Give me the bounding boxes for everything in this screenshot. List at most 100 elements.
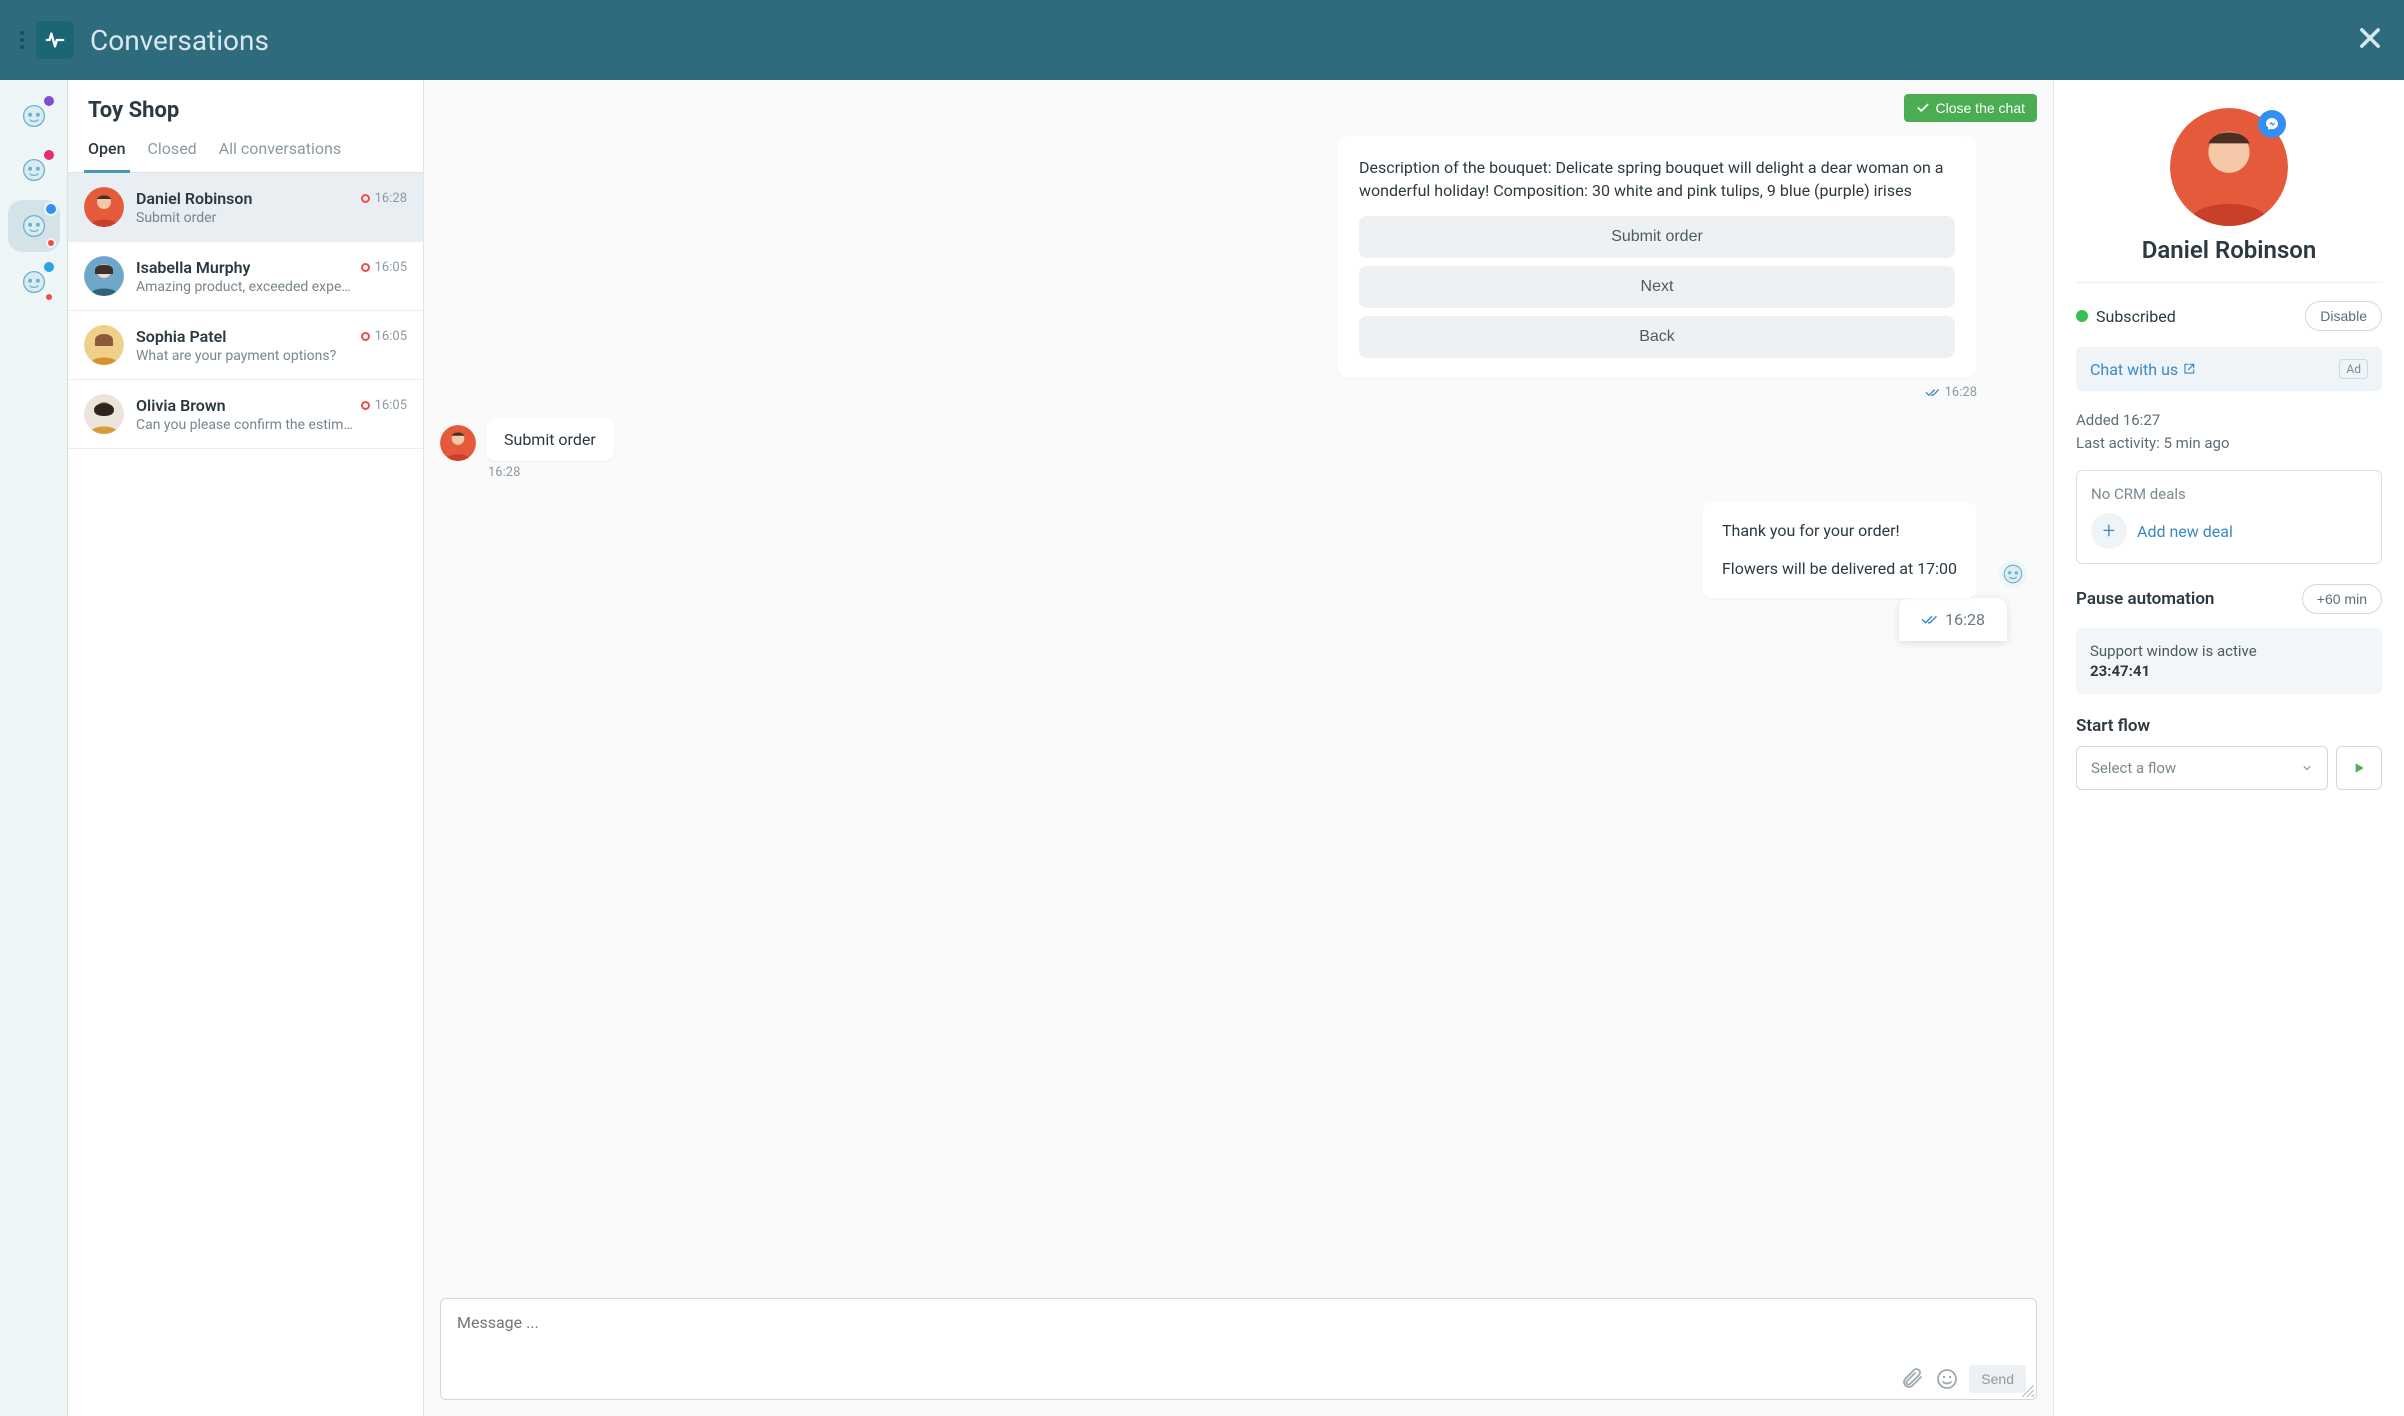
- conversation-name: Daniel Robinson: [136, 189, 252, 208]
- tab-closed[interactable]: Closed: [148, 127, 197, 172]
- conversation-preview: Can you please confirm the estim…: [136, 417, 407, 433]
- telegram-badge-icon: [42, 260, 56, 274]
- unread-indicator-icon: [361, 401, 370, 410]
- conversation-item[interactable]: Olivia Brown 16:05 Can you please confir…: [68, 380, 423, 449]
- divider: [2076, 282, 2382, 283]
- bot-avatar-icon: [1999, 560, 2027, 588]
- double-check-icon: [1921, 610, 1939, 628]
- bot-icon: [21, 269, 47, 295]
- support-window-countdown: 23:47:41: [2090, 662, 2368, 680]
- send-button[interactable]: Send: [1969, 1365, 2026, 1393]
- timestamp-popup: 16:28: [1899, 598, 2007, 641]
- instagram-badge-icon: [42, 148, 56, 162]
- conversation-tabs: Open Closed All conversations: [68, 127, 423, 173]
- added-time: Added 16:27: [2076, 409, 2382, 432]
- message-input[interactable]: [441, 1299, 2036, 1359]
- tab-open[interactable]: Open: [88, 127, 126, 172]
- pulse-icon: [44, 29, 66, 51]
- start-flow-label: Start flow: [2076, 716, 2382, 736]
- message-time: 16:28: [488, 465, 2037, 480]
- drag-handle[interactable]: [20, 31, 24, 49]
- attachment-icon[interactable]: [1901, 1367, 1925, 1391]
- channel-instagram[interactable]: [16, 152, 52, 188]
- contact-name: Daniel Robinson: [2076, 236, 2382, 264]
- messenger-badge-icon: [44, 202, 58, 216]
- chevron-down-icon: [2301, 762, 2313, 774]
- channel-rail: [0, 80, 68, 1416]
- option-submit-order[interactable]: Submit order: [1359, 216, 1955, 258]
- disable-button[interactable]: Disable: [2305, 301, 2382, 331]
- conversation-time: 16:05: [375, 398, 407, 413]
- crm-deals-box: No CRM deals + Add new deal: [2076, 470, 2382, 564]
- message-composer: Send: [440, 1298, 2037, 1400]
- support-window-text: Support window is active: [2090, 642, 2368, 660]
- double-check-icon: [1925, 384, 1941, 400]
- flow-select[interactable]: Select a flow: [2076, 746, 2328, 790]
- channel-viber[interactable]: [16, 98, 52, 134]
- plus-icon: +: [2091, 513, 2127, 549]
- tab-all[interactable]: All conversations: [219, 127, 341, 172]
- bot-reply-line: Flowers will be delivered at 17:00: [1722, 556, 1957, 582]
- avatar: [84, 256, 124, 296]
- bot-reply-line: Thank you for your order!: [1722, 518, 1957, 544]
- contact-meta: Added 16:27 Last activity: 5 min ago: [2076, 409, 2382, 454]
- messenger-badge-icon: [2258, 110, 2286, 138]
- close-button[interactable]: [2356, 24, 2384, 56]
- bot-message-text: Description of the bouquet: Delicate spr…: [1359, 156, 1955, 202]
- conversation-item[interactable]: Sophia Patel 16:05 What are your payment…: [68, 311, 423, 380]
- last-activity: Last activity: 5 min ago: [2076, 432, 2382, 455]
- pause-add-time-button[interactable]: +60 min: [2302, 584, 2382, 614]
- support-window-box: Support window is active 23:47:41: [2076, 628, 2382, 694]
- unread-indicator-icon: [361, 263, 370, 272]
- play-icon: [2351, 760, 2367, 776]
- bot-reply: Thank you for your order! Flowers will b…: [1702, 502, 1977, 597]
- topbar: Conversations: [0, 0, 2404, 80]
- app-title: Conversations: [90, 24, 269, 57]
- conversation-preview: Amazing product, exceeded expe…: [136, 279, 407, 295]
- conversation-name: Sophia Patel: [136, 327, 226, 346]
- avatar: [84, 394, 124, 434]
- status-dot-icon: [2076, 310, 2088, 322]
- channel-telegram[interactable]: [16, 264, 52, 300]
- chat-with-us-box: Chat with us Ad: [2076, 347, 2382, 391]
- user-message-row: Submit order: [440, 418, 2037, 461]
- flow-select-placeholder: Select a flow: [2091, 759, 2176, 777]
- conversation-name: Olivia Brown: [136, 396, 226, 415]
- status-dot-icon: [46, 238, 56, 248]
- chat-header: Close the chat: [424, 80, 2053, 136]
- emoji-icon[interactable]: [1935, 1367, 1959, 1391]
- bot-icon: [21, 157, 47, 183]
- add-deal-button[interactable]: + Add new deal: [2091, 513, 2367, 549]
- conversation-items: Daniel Robinson 16:28 Submit order Isabe…: [68, 173, 423, 1416]
- contact-avatar: [2170, 108, 2288, 226]
- conversation-list-title: Toy Shop: [68, 80, 423, 127]
- message-time: 16:28: [1945, 385, 1977, 400]
- chat-messages[interactable]: Description of the bouquet: Delicate spr…: [424, 136, 2053, 1288]
- ad-badge: Ad: [2339, 359, 2368, 379]
- viber-badge-icon: [42, 94, 56, 108]
- conversation-item[interactable]: Isabella Murphy 16:05 Amazing product, e…: [68, 242, 423, 311]
- bot-icon: [21, 213, 47, 239]
- check-icon: [1916, 101, 1930, 115]
- conversation-preview: What are your payment options?: [136, 348, 407, 364]
- conversation-preview: Submit order: [136, 210, 407, 226]
- conversation-time: 16:05: [375, 260, 407, 275]
- chat-panel: Close the chat Description of the bouque…: [424, 80, 2054, 1416]
- conversation-time: 16:28: [375, 191, 407, 206]
- unread-indicator-icon: [361, 332, 370, 341]
- status-dot-icon: [44, 292, 54, 302]
- chat-with-us-link[interactable]: Chat with us: [2090, 360, 2196, 379]
- channel-messenger[interactable]: [14, 206, 54, 246]
- avatar: [84, 187, 124, 227]
- subscription-status: Subscribed: [2076, 307, 2176, 326]
- message-time: 16:28: [1945, 610, 1985, 629]
- option-next[interactable]: Next: [1359, 266, 1955, 308]
- close-chat-button[interactable]: Close the chat: [1904, 94, 2038, 122]
- conversation-item[interactable]: Daniel Robinson 16:28 Submit order: [68, 173, 423, 242]
- bot-icon: [21, 103, 47, 129]
- conversation-name: Isabella Murphy: [136, 258, 250, 277]
- avatar: [84, 325, 124, 365]
- option-back[interactable]: Back: [1359, 316, 1955, 358]
- run-flow-button[interactable]: [2336, 746, 2382, 790]
- no-deals-label: No CRM deals: [2091, 485, 2367, 503]
